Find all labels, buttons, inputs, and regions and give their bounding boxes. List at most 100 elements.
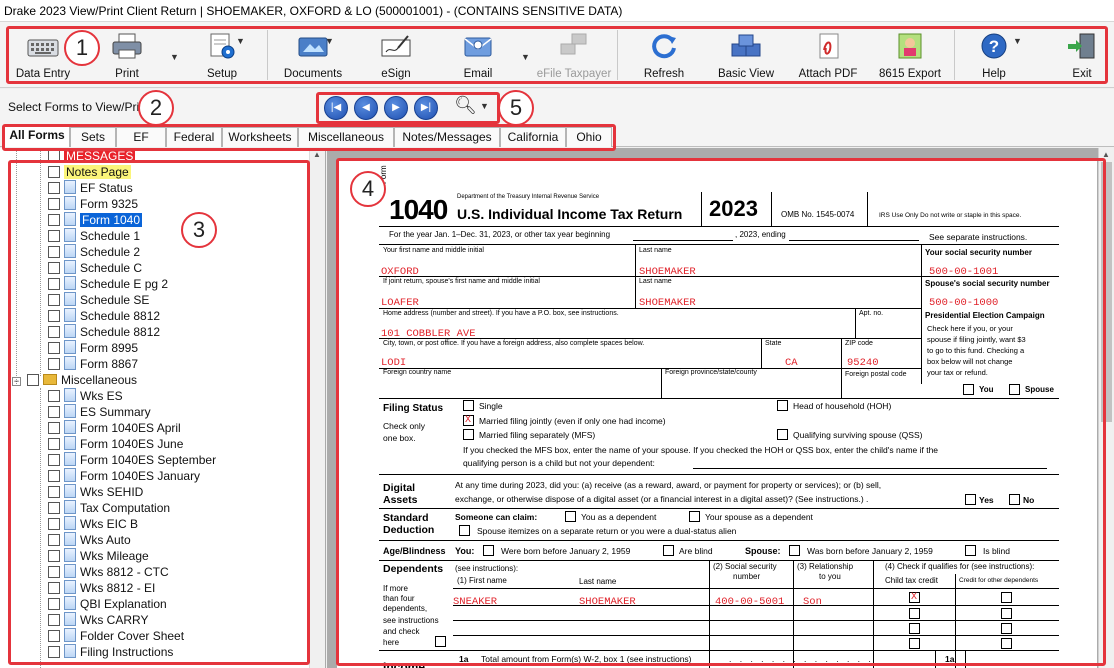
- tree-item-ef-status[interactable]: EF Status: [48, 180, 133, 196]
- tree-checkbox[interactable]: [48, 486, 60, 498]
- tree-checkbox[interactable]: [48, 262, 60, 274]
- tree-item-wks-eic-b[interactable]: Wks EIC B: [48, 516, 138, 532]
- tree-item-form-8867[interactable]: Form 8867: [48, 356, 138, 372]
- tree-checkbox[interactable]: [48, 214, 60, 226]
- tree-checkbox[interactable]: [48, 582, 60, 594]
- collapse-toggle-icon[interactable]: −: [12, 377, 21, 386]
- tree-checkbox[interactable]: [48, 502, 60, 514]
- spouse-born-before-checkbox[interactable]: [789, 545, 800, 556]
- tree-item-wks-8812-ei[interactable]: Wks 8812 - EI: [48, 580, 155, 596]
- email-dropdown-icon[interactable]: ▼: [521, 52, 531, 62]
- scroll-up-icon[interactable]: ▲: [1102, 150, 1110, 159]
- digital-no-checkbox[interactable]: [1009, 494, 1020, 505]
- dep4-odc-checkbox[interactable]: [1001, 638, 1012, 649]
- tree-checkbox[interactable]: [48, 406, 60, 418]
- tree-checkbox[interactable]: [48, 342, 60, 354]
- tree-checkbox[interactable]: [48, 294, 60, 306]
- tree-checkbox[interactable]: [48, 534, 60, 546]
- tree-item-schedule-2[interactable]: Schedule 2: [48, 244, 140, 260]
- tree-item-schedule-8812[interactable]: Schedule 8812: [48, 324, 160, 340]
- tree-checkbox[interactable]: [48, 390, 60, 402]
- tree-checkbox[interactable]: [48, 470, 60, 482]
- pec-you-checkbox[interactable]: [963, 384, 974, 395]
- tree-item-schedule-1[interactable]: Schedule 1: [48, 228, 140, 244]
- tree-checkbox[interactable]: [48, 454, 60, 466]
- tree-checkbox[interactable]: [48, 630, 60, 642]
- tree-item-schedule-se[interactable]: Schedule SE: [48, 292, 149, 308]
- setup-dropdown-icon[interactable]: ▼: [236, 36, 246, 46]
- dep2-odc-checkbox[interactable]: [1001, 608, 1012, 619]
- tree-checkbox[interactable]: [48, 230, 60, 242]
- tree-checkbox[interactable]: [27, 374, 39, 386]
- pec-spouse-checkbox[interactable]: [1009, 384, 1020, 395]
- tree-checkbox[interactable]: [48, 566, 60, 578]
- documents-button[interactable]: Documents: [282, 26, 344, 84]
- tree-folder-miscellaneous[interactable]: − Miscellaneous: [12, 372, 137, 388]
- dep4-ctc-checkbox[interactable]: [909, 638, 920, 649]
- refresh-button[interactable]: Refresh: [636, 26, 692, 84]
- tree-item-1040es-april[interactable]: Form 1040ES April: [48, 420, 181, 436]
- spouse-itemizes-checkbox[interactable]: [459, 525, 470, 536]
- tab-federal[interactable]: Federal: [166, 127, 222, 147]
- tree-checkbox[interactable]: [48, 198, 60, 210]
- you-as-dependent-checkbox[interactable]: [565, 511, 576, 522]
- tree-item-wks-mileage[interactable]: Wks Mileage: [48, 548, 149, 564]
- tree-item-wks-auto[interactable]: Wks Auto: [48, 532, 131, 548]
- spouse-as-dependent-checkbox[interactable]: [689, 511, 700, 522]
- tree-item-schedule-c[interactable]: Schedule C: [48, 260, 142, 276]
- help-dropdown-icon[interactable]: ▼: [1013, 36, 1023, 46]
- 8615-export-button[interactable]: 8615 Export: [874, 26, 946, 84]
- dep2-ctc-checkbox[interactable]: [909, 608, 920, 619]
- tree-item-tax-computation[interactable]: Tax Computation: [48, 500, 170, 516]
- tree-checkbox[interactable]: [48, 246, 60, 258]
- tree-checkbox[interactable]: [48, 438, 60, 450]
- tree-checkbox[interactable]: [48, 150, 60, 162]
- print-dropdown-icon[interactable]: ▼: [170, 52, 180, 62]
- esign-button[interactable]: eSign: [372, 26, 420, 84]
- tab-ef[interactable]: EF: [116, 127, 166, 147]
- tab-miscellaneous[interactable]: Miscellaneous: [298, 127, 394, 147]
- tree-scrollbar[interactable]: ▲: [309, 148, 325, 668]
- attach-pdf-button[interactable]: Attach PDF: [796, 26, 860, 84]
- efile-taxpayer-button[interactable]: eFile Taxpayer: [536, 26, 612, 84]
- fs-mfs-checkbox[interactable]: [463, 429, 474, 440]
- scroll-thumb[interactable]: [1101, 162, 1112, 422]
- help-button[interactable]: ? Help: [970, 26, 1018, 84]
- exit-button[interactable]: Exit: [1058, 26, 1106, 84]
- tree-item-schedule-8812[interactable]: Schedule 8812: [48, 308, 160, 324]
- tab-notes-messages[interactable]: Notes/Messages: [394, 127, 500, 147]
- tree-checkbox[interactable]: [48, 310, 60, 322]
- tree-item-wks-sehid[interactable]: Wks SEHID: [48, 484, 143, 500]
- fs-hoh-checkbox[interactable]: [777, 400, 788, 411]
- more-than-four-checkbox[interactable]: [435, 636, 446, 647]
- zoom-dropdown-icon[interactable]: ▼: [480, 101, 490, 111]
- dep1-odc-checkbox[interactable]: [1001, 592, 1012, 603]
- viewer-scrollbar[interactable]: ▲: [1098, 148, 1114, 668]
- tab-california[interactable]: California: [500, 127, 566, 147]
- print-button[interactable]: Print: [100, 26, 154, 84]
- tab-sets[interactable]: Sets: [70, 127, 116, 147]
- tree-checkbox[interactable]: [48, 326, 60, 338]
- tree-item-form-1040[interactable]: Form 1040: [48, 212, 143, 228]
- tree-item-folder-cover-sheet[interactable]: Folder Cover Sheet: [48, 628, 184, 644]
- tree-checkbox[interactable]: [48, 166, 60, 178]
- dep3-ctc-checkbox[interactable]: [909, 623, 920, 634]
- tree-item-1040es-june[interactable]: Form 1040ES June: [48, 436, 183, 452]
- tree-item-1040es-january[interactable]: Form 1040ES January: [48, 468, 200, 484]
- tab-all-forms[interactable]: All Forms: [4, 125, 70, 147]
- tree-checkbox[interactable]: [48, 646, 60, 658]
- tree-item-wks-8812-ctc[interactable]: Wks 8812 - CTC: [48, 564, 169, 580]
- tree-checkbox[interactable]: [48, 358, 60, 370]
- tree-item-1040es-september[interactable]: Form 1040ES September: [48, 452, 216, 468]
- you-blind-checkbox[interactable]: [663, 545, 674, 556]
- tree-checkbox[interactable]: [48, 518, 60, 530]
- setup-button[interactable]: Setup: [196, 26, 248, 84]
- spouse-blind-checkbox[interactable]: [965, 545, 976, 556]
- last-page-icon[interactable]: ▶|: [414, 96, 438, 120]
- tree-item-wks-carry[interactable]: Wks CARRY: [48, 612, 148, 628]
- tree-checkbox[interactable]: [48, 550, 60, 562]
- fs-qss-checkbox[interactable]: [777, 429, 788, 440]
- tree-item-notes-page[interactable]: Notes Page: [48, 164, 131, 180]
- basic-view-button[interactable]: Basic View: [712, 26, 780, 84]
- tree-item-messages[interactable]: MESSAGES: [48, 148, 136, 164]
